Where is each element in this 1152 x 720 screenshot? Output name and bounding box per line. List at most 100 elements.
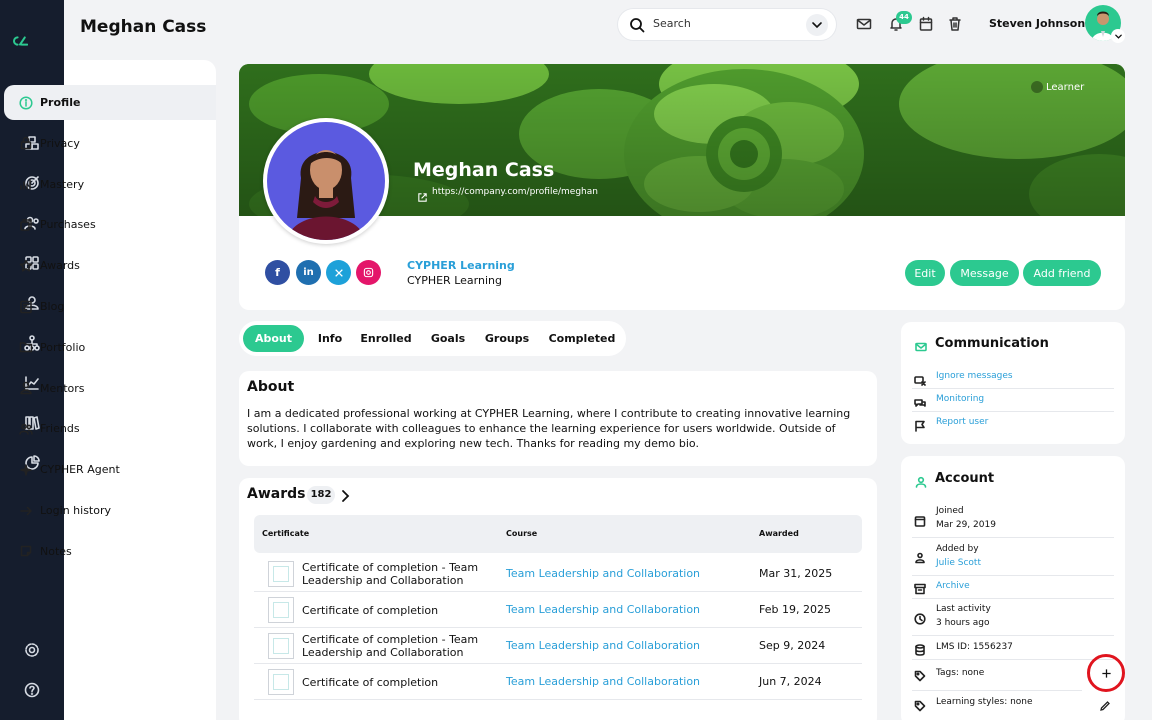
submenu-item-label: Blog xyxy=(40,300,65,313)
search-scope-dropdown[interactable] xyxy=(806,14,828,36)
submenu-item-awards[interactable]: Awards xyxy=(4,248,216,283)
mentor-icon xyxy=(18,380,34,396)
tab-goals[interactable]: Goals xyxy=(425,325,471,352)
tab-completed[interactable]: Completed xyxy=(543,325,621,352)
added-by-link[interactable]: Julie Scott xyxy=(936,558,981,568)
submenu-item-privacy[interactable]: Privacy xyxy=(4,126,216,161)
edit-button[interactable]: Edit xyxy=(905,260,945,286)
divider xyxy=(912,388,1114,389)
certificate-thumbnail xyxy=(268,669,294,695)
awards-count-badge: 182 xyxy=(307,486,335,504)
notification-count-badge: 44 xyxy=(896,11,912,24)
course-link[interactable]: Team Leadership and Collaboration xyxy=(506,603,700,616)
ignore-messages-link[interactable]: Ignore messages xyxy=(936,371,1013,381)
organization-name: CYPHER Learning xyxy=(407,274,502,287)
course-link[interactable]: Team Leadership and Collaboration xyxy=(506,639,700,652)
about-title: About xyxy=(247,379,295,395)
certificate-thumbnail xyxy=(268,561,294,587)
submenu-item-label: CYPHER Agent xyxy=(40,463,120,477)
submenu-item-label: Mastery xyxy=(40,177,85,191)
organization-link[interactable]: CYPHER Learning xyxy=(407,259,515,272)
divider xyxy=(912,598,1114,599)
bar-chart-icon xyxy=(18,176,34,192)
divider xyxy=(912,690,1082,691)
add-tag-button[interactable] xyxy=(1087,654,1125,692)
submenu-item-label: Login history xyxy=(40,504,112,517)
profile-url[interactable]: https://company.com/profile/meghan xyxy=(432,187,598,197)
edit-pencil-icon[interactable] xyxy=(1099,697,1111,711)
mail-icon[interactable] xyxy=(856,16,872,32)
learning-styles-value: Learning styles: none xyxy=(936,697,1033,707)
course-link[interactable]: Team Leadership and Collaboration xyxy=(506,567,700,580)
search-input[interactable]: Search xyxy=(653,17,691,30)
settings-icon[interactable] xyxy=(22,640,42,660)
awarded-date: Jun 7, 2024 xyxy=(759,675,822,688)
submenu-item-blog[interactable]: Blog xyxy=(4,289,216,324)
tab-groups[interactable]: Groups xyxy=(481,325,533,352)
monitoring-link[interactable]: Monitoring xyxy=(936,394,984,404)
message-button[interactable]: Message xyxy=(950,260,1019,286)
submenu-item-purchases[interactable]: Purchases xyxy=(4,207,216,242)
calendar-icon xyxy=(914,512,926,527)
submenu-item-mastery[interactable]: Mastery xyxy=(4,167,216,202)
facebook-icon[interactable]: f xyxy=(265,260,290,285)
archive-link[interactable]: Archive xyxy=(936,581,970,591)
submenu-item-profile[interactable]: Profile xyxy=(4,85,216,120)
column-header[interactable]: Certificate xyxy=(262,529,309,538)
app-logo[interactable] xyxy=(12,33,52,59)
tab-info[interactable]: Info xyxy=(312,325,348,352)
submenu-item-label: Privacy xyxy=(40,136,80,150)
chevron-down-icon[interactable] xyxy=(1111,29,1125,43)
monitoring-icon xyxy=(914,394,926,407)
profile-avatar xyxy=(263,118,389,244)
submenu-item-friends[interactable]: Friends xyxy=(4,411,216,446)
tags-value: Tags: none xyxy=(936,668,985,678)
plus-icon xyxy=(1101,668,1111,678)
login-arrow-icon xyxy=(18,503,34,519)
certificate-name: Certificate of completion xyxy=(302,676,439,689)
lms-id: LMS ID: 1556237 xyxy=(936,642,1013,652)
linkedin-icon[interactable]: in xyxy=(296,260,321,285)
instagram-icon[interactable] xyxy=(356,260,381,285)
submenu-item-login-history[interactable]: Login history xyxy=(4,493,216,528)
chevron-right-icon[interactable] xyxy=(338,488,352,502)
tag-icon xyxy=(914,667,926,682)
table-row[interactable]: Certificate of completion - Team Leaders… xyxy=(254,628,862,664)
help-icon[interactable] xyxy=(22,680,42,700)
search-box[interactable]: Search xyxy=(618,9,836,40)
receipt-icon xyxy=(18,217,34,233)
search-icon xyxy=(629,17,645,33)
tab-about[interactable]: About xyxy=(243,325,304,352)
course-link[interactable]: Team Leadership and Collaboration xyxy=(506,675,700,688)
submenu-item-label: Profile xyxy=(40,96,81,109)
added-by-label: Added by xyxy=(936,544,979,554)
certificate-name: Certificate of completion - Team Leaders… xyxy=(302,561,479,587)
role-badge: Learner xyxy=(1046,82,1085,93)
column-header[interactable]: Awarded xyxy=(759,529,799,538)
folder-icon xyxy=(18,339,34,355)
report-user-link[interactable]: Report user xyxy=(936,417,988,427)
submenu-item-notes[interactable]: Notes xyxy=(4,534,216,569)
current-user-name[interactable]: Steven Johnson xyxy=(989,17,1085,30)
tab-enrolled[interactable]: Enrolled xyxy=(357,325,415,352)
trash-icon[interactable] xyxy=(947,16,963,32)
table-row[interactable]: Certificate of completion Team Leadership… xyxy=(254,664,862,700)
note-icon xyxy=(18,543,34,559)
profile-name: Meghan Cass xyxy=(413,159,555,181)
archive-icon xyxy=(914,580,926,595)
submenu-item-cypher-agent[interactable]: CYPHER Agent xyxy=(4,452,216,487)
submenu-item-mentors[interactable]: Mentors xyxy=(4,371,216,406)
add-friend-button[interactable]: Add friend xyxy=(1023,260,1101,286)
column-header[interactable]: Course xyxy=(506,529,537,538)
calendar-icon[interactable] xyxy=(918,16,934,32)
chevron-down-icon xyxy=(812,22,822,29)
mail-icon xyxy=(915,338,927,352)
lock-icon xyxy=(18,135,34,151)
table-row[interactable]: Certificate of completion Team Leadership… xyxy=(254,592,862,628)
table-row[interactable]: Certificate of completion - Team Leaders… xyxy=(254,556,862,592)
submenu-item-portfolio[interactable]: Portfolio xyxy=(4,330,216,365)
flag-icon xyxy=(914,417,926,432)
submenu-item-label: Purchases xyxy=(40,218,96,232)
info-icon xyxy=(18,95,34,111)
x-icon[interactable] xyxy=(326,260,351,285)
